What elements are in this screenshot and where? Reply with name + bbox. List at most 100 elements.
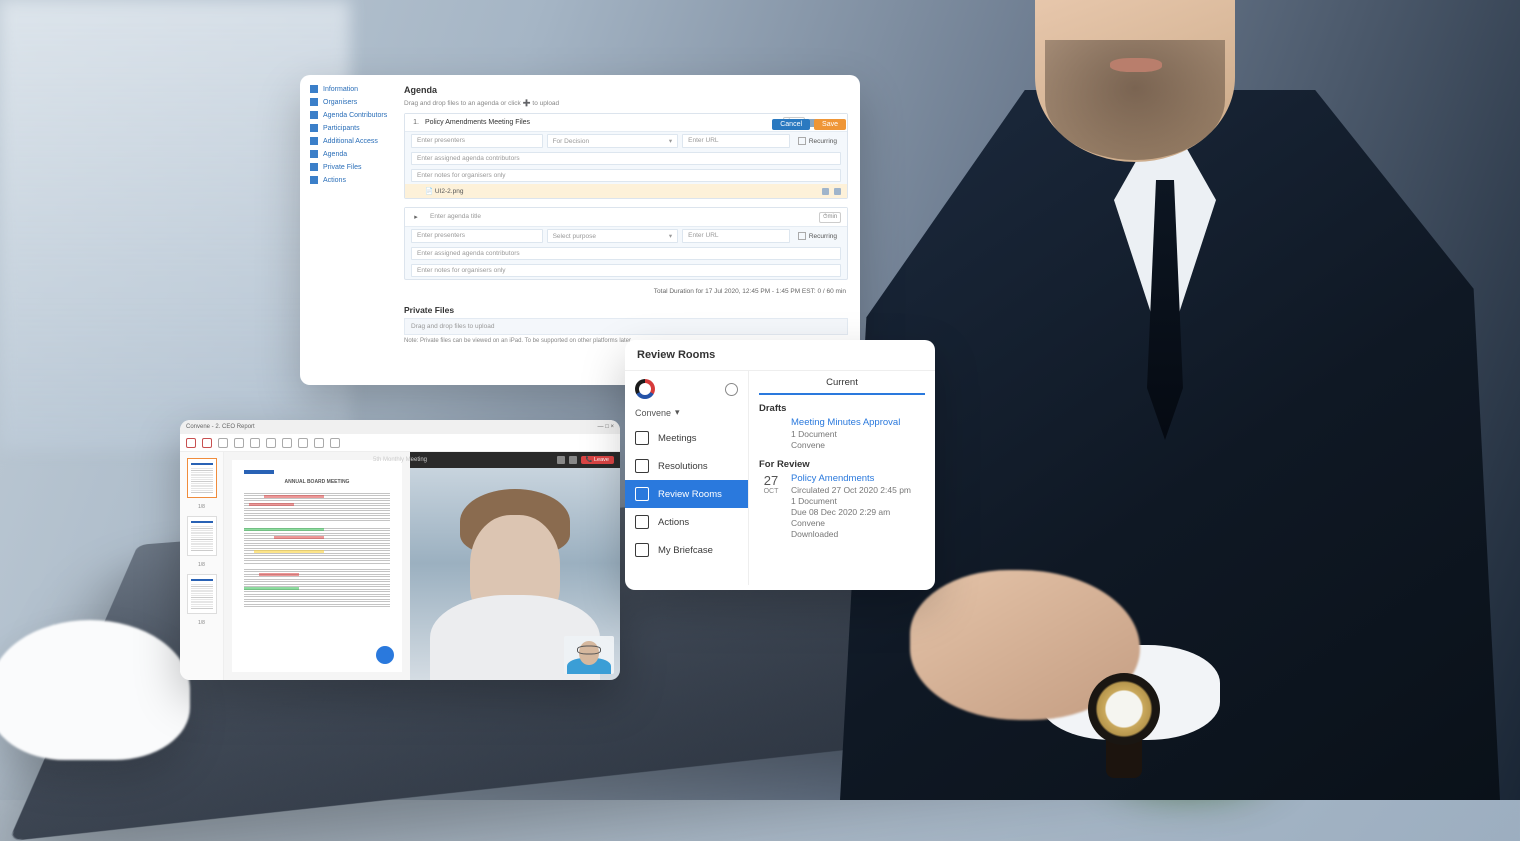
side-label: Information [323,86,358,93]
side-information[interactable]: Information [310,85,392,93]
floating-action-button[interactable] [376,646,394,664]
side-actions[interactable]: Actions [310,176,392,184]
org-selector[interactable]: Convene ▾ [625,407,748,424]
clipboard-icon[interactable] [250,438,260,448]
page-thumbnail[interactable] [187,458,217,498]
green-highlight [244,587,299,590]
paragraph [244,569,390,609]
side-label: Private Files [323,164,362,171]
sign-icon[interactable] [282,438,292,448]
pen-icon[interactable] [298,438,308,448]
agenda-sidebar: Information Organisers Agenda Contributo… [300,75,392,385]
delete-icon[interactable] [834,188,841,195]
contributors-input[interactable]: Enter assigned agenda contributors [411,152,841,165]
page-thumbnail[interactable] [187,574,217,614]
page-thumbnail[interactable] [187,516,217,556]
review-item[interactable]: 27 OCT Policy Amendments Circulated 27 O… [759,473,925,540]
self-glasses [577,646,601,655]
item-title-input[interactable]: Enter agenda title [425,211,815,223]
notes-input[interactable]: Enter notes for organisers only [411,264,841,277]
yellow-highlight [254,550,324,553]
video-toolbar: 5th Monthly Meeting 📞 Leave [410,452,620,468]
menu-my-briefcase[interactable]: My Briefcase [625,536,748,564]
meeting-title: 5th Monthly Meeting [373,457,427,463]
users-icon [310,98,318,106]
annotation-toolbar [180,434,620,452]
side-label: Additional Access [323,138,378,145]
private-files-dropzone[interactable]: Drag and drop files to upload [404,318,848,335]
camera-icon[interactable] [569,456,577,464]
text-icon[interactable] [218,438,228,448]
minutes-input[interactable]: ⏱ min [819,212,841,223]
panel-title: Review Rooms [625,340,935,371]
mic-icon[interactable] [557,456,565,464]
red-highlight [259,573,299,576]
document-viewport[interactable]: ANNUAL BOARD MEETING [224,452,410,680]
bg-coffee-cup [0,620,190,760]
review-rooms-panel: Review Rooms Convene ▾ Meetings Resoluti… [625,340,935,590]
shape-icon[interactable] [330,438,340,448]
menu-review-rooms[interactable]: Review Rooms [625,480,748,508]
purpose-select[interactable]: For Decision▾ [547,134,679,148]
side-additional-access[interactable]: Additional Access [310,137,392,145]
page-thumbnails: 1/8 1/8 1/8 [180,452,224,680]
contributors-input[interactable]: Enter assigned agenda contributors [411,247,841,260]
menu-meetings[interactable]: Meetings [625,424,748,452]
draft-doc-count: 1 Document [791,429,900,439]
recurring-checkbox[interactable]: Recurring [794,229,841,243]
draft-item[interactable]: Meeting Minutes Approval 1 Document Conv… [759,417,925,451]
save-button[interactable]: Save [814,119,846,130]
side-private-files[interactable]: Private Files [310,163,392,171]
video-call-pane: 5th Monthly Meeting 📞 Leave [410,452,620,680]
agenda-heading: Agenda [404,85,848,95]
side-label: Organisers [323,99,357,106]
users-icon [310,111,318,119]
item-date: 27 OCT [759,473,783,540]
tab-current[interactable]: Current [759,377,925,395]
doc-count: 1 Document [791,496,911,506]
item-title[interactable]: Policy Amendments Meeting Files [425,119,779,126]
pointer-icon[interactable] [186,438,196,448]
side-agenda[interactable]: Agenda [310,150,392,158]
presenters-input[interactable]: Enter presenters [411,134,543,148]
presenters-input[interactable]: Enter presenters [411,229,543,243]
side-organisers[interactable]: Organisers [310,98,392,106]
attached-file[interactable]: 📄 UI2-2.png [405,184,847,198]
url-input[interactable]: Enter URL [682,229,790,243]
window-controls[interactable]: — □ × [598,424,614,430]
agenda-main: Agenda Drag and drop files to an agenda … [392,75,860,385]
document-video-panel: Convene - 2. CEO Report — □ × 1/8 1/8 1/… [180,420,620,680]
purpose-select[interactable]: Select purpose▾ [547,229,679,243]
side-agenda-contributors[interactable]: Agenda Contributors [310,111,392,119]
side-label: Actions [323,177,346,184]
review-icon [635,487,649,501]
paragraph [244,528,390,564]
circulated-date: Circulated 27 Oct 2020 2:45 pm [791,485,911,495]
calendar-icon [635,431,649,445]
thumb-label: 1/8 [198,504,205,510]
lock-icon[interactable] [822,188,829,195]
document-icon [635,459,649,473]
menu-resolutions[interactable]: Resolutions [625,452,748,480]
side-participants[interactable]: Participants [310,124,392,132]
self-view[interactable] [564,636,614,674]
cancel-button[interactable]: Cancel [772,119,810,130]
url-input[interactable]: Enter URL [682,134,790,148]
globe-icon[interactable] [725,383,738,396]
menu-actions[interactable]: Actions [625,508,748,536]
stamp-icon[interactable] [266,438,276,448]
note-icon[interactable] [234,438,244,448]
list-icon [310,150,318,158]
briefcase-icon [635,543,649,557]
window-title: Convene - 2. CEO Report [186,424,255,430]
doc-heading: ANNUAL BOARD MEETING [244,479,390,487]
recurring-checkbox[interactable]: Recurring [794,134,841,148]
hand-icon[interactable] [202,438,212,448]
agenda-subheading: Drag and drop files to an agenda or clic… [404,99,848,107]
chevron-down-icon: ▾ [675,407,680,418]
leave-button[interactable]: 📞 Leave [581,456,614,464]
check-icon [635,515,649,529]
notes-input[interactable]: Enter notes for organisers only [411,169,841,182]
highlight-icon[interactable] [314,438,324,448]
convene-logo [635,379,655,399]
